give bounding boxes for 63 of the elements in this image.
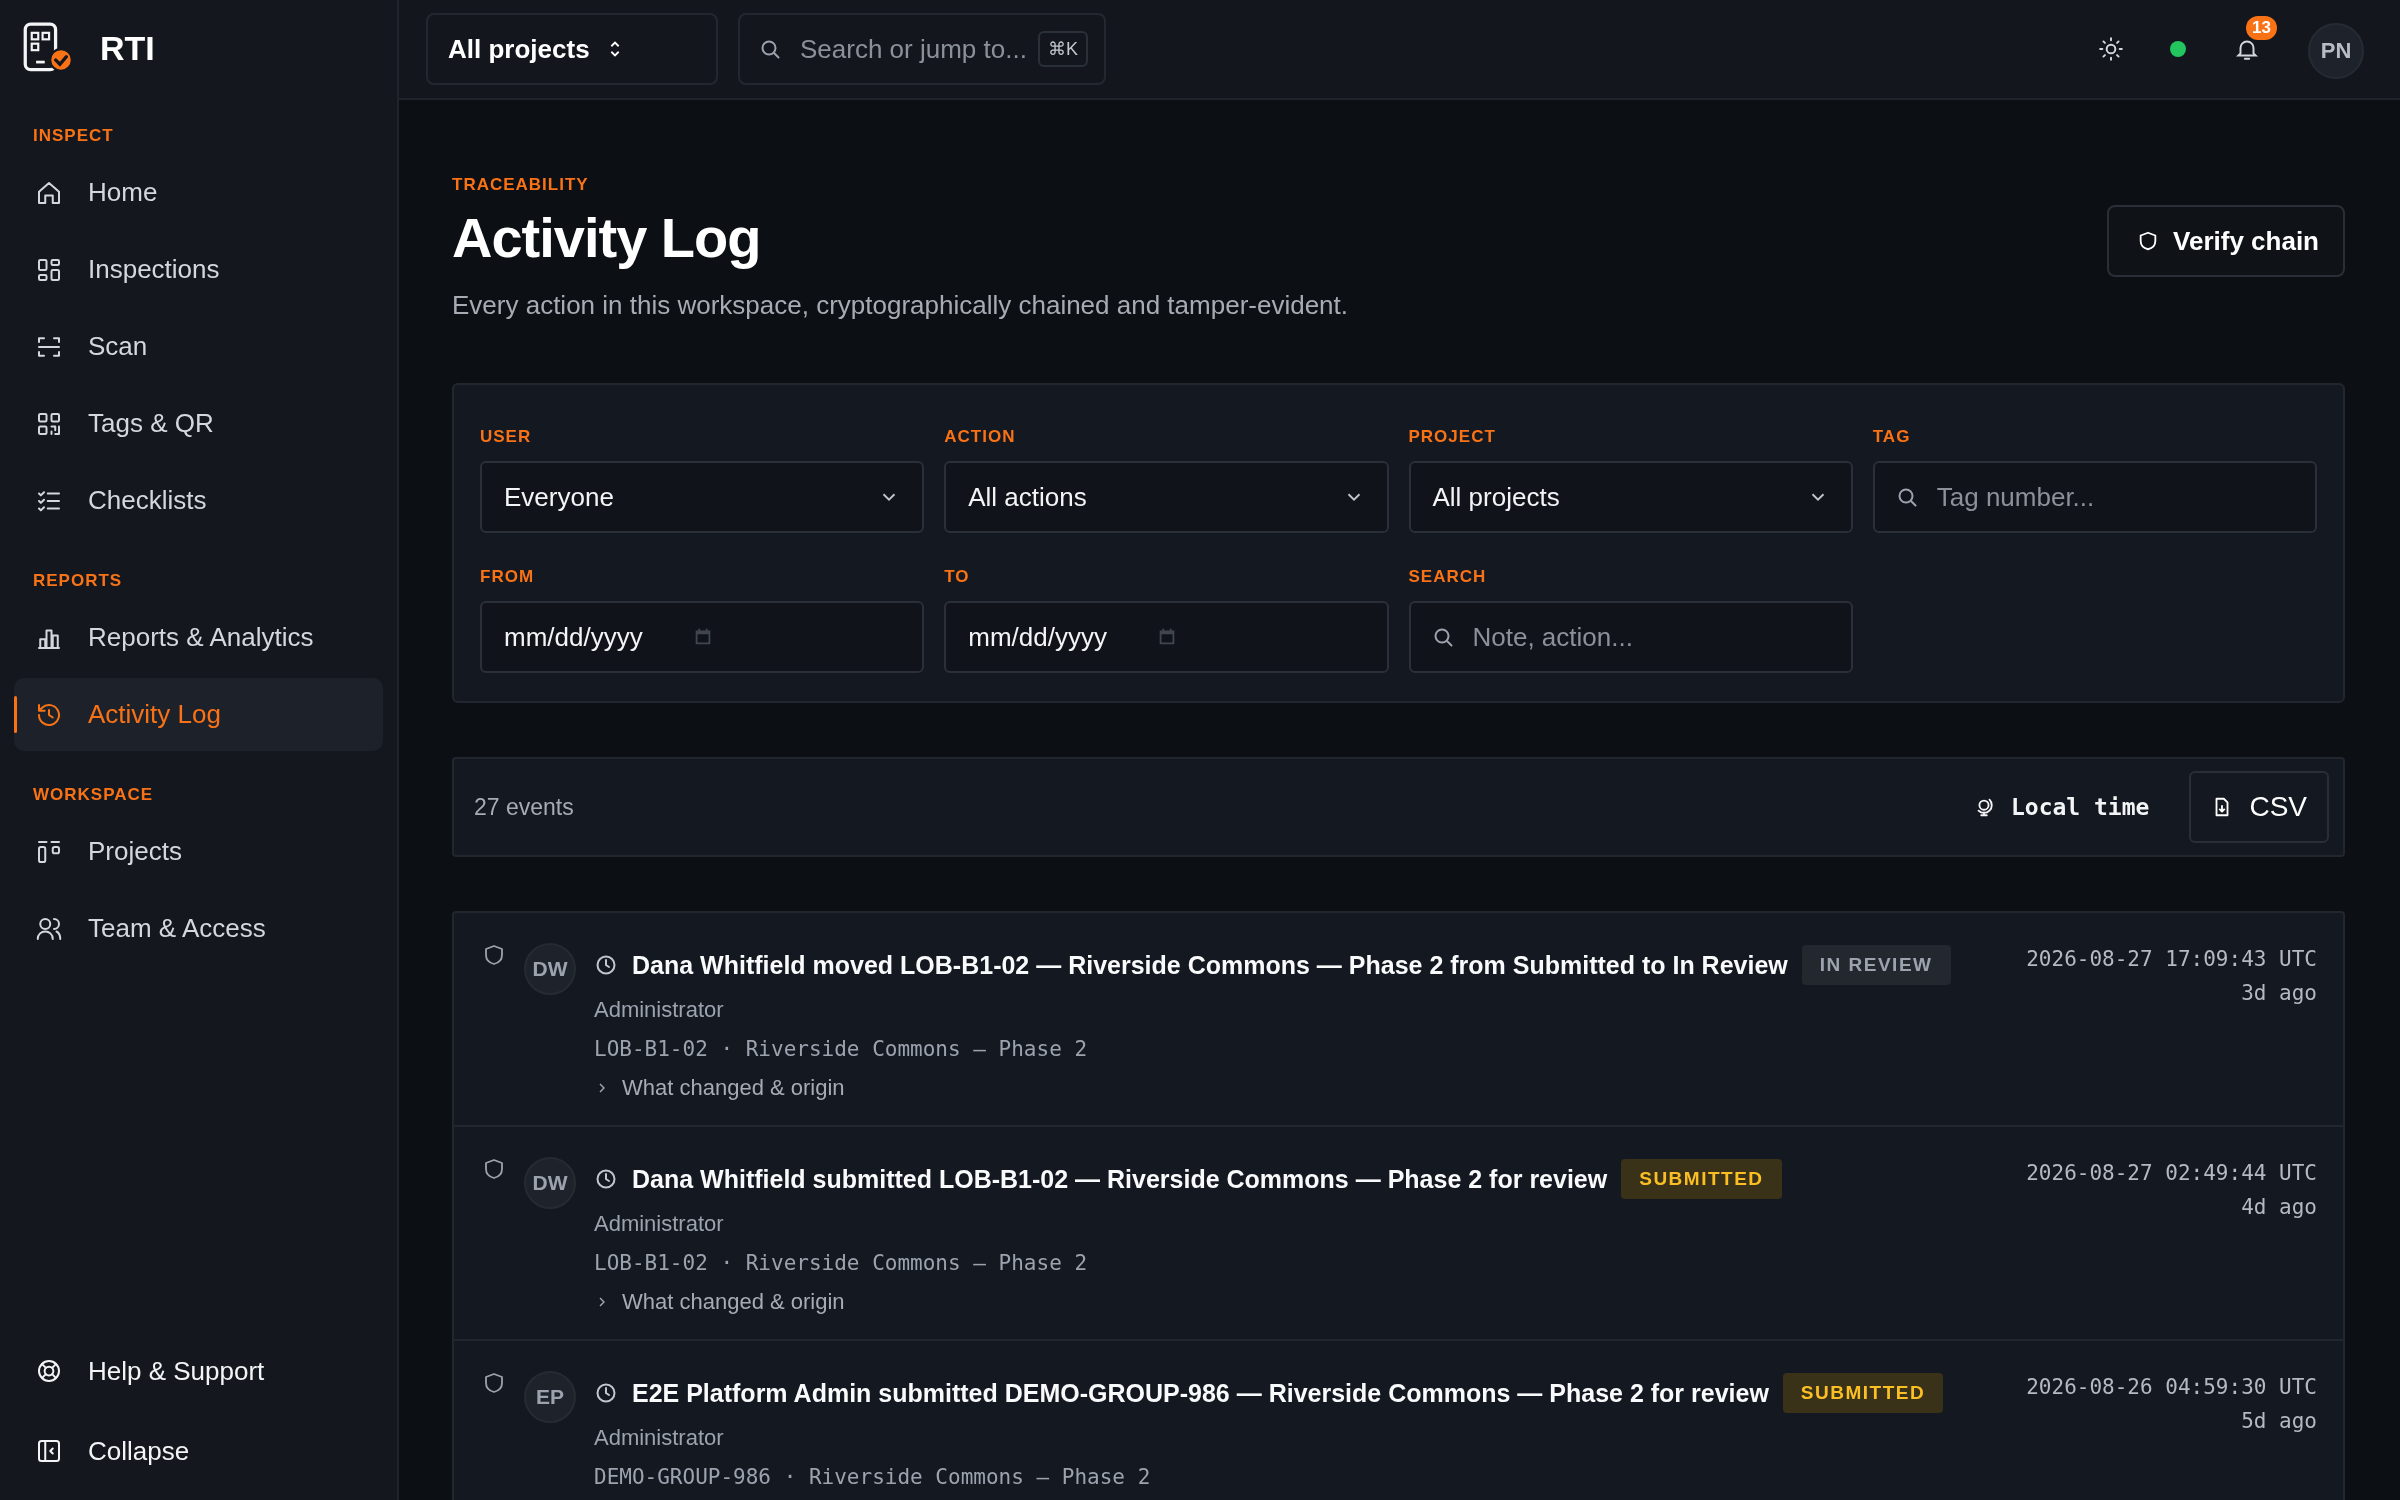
search-field[interactable]: Note, action... (1408, 601, 1853, 673)
dropdown[interactable]: All actions (944, 461, 1389, 533)
nav-item[interactable]: Checklists (14, 464, 383, 537)
user-avatar[interactable]: PN (2308, 23, 2364, 79)
event-timestamp: 2026-08-26 04:59:30 UTC (2026, 1375, 2317, 1399)
relative-time: 4d ago (2241, 1195, 2317, 1219)
search-field[interactable]: Tag number... (1872, 461, 2317, 533)
eyebrow-label: TRACEABILITY (452, 175, 590, 195)
event-reference: DEMO-GROUP-986 · Riverside Commons — Phase 2 (594, 1465, 1152, 1489)
filter-label: SEARCH (1408, 567, 1488, 587)
event-title: E2E Platform Admin submitted DEMO-GROUP-986 — Riverside Commons — Phase 2 for review (632, 1378, 1769, 1408)
nav-item[interactable]: Reports & Analytics (14, 601, 383, 674)
user-avatar: DW (524, 1157, 576, 1209)
details-toggle[interactable]: What changed & origin (594, 1289, 2009, 1315)
notification-count: 13 (2246, 16, 2277, 40)
user-role: Administrator (594, 1211, 725, 1237)
user-avatar: DW (524, 943, 576, 995)
nav-item[interactable]: Inspections (14, 233, 383, 306)
nav-item[interactable]: Collapse (14, 1413, 383, 1489)
event-timestamp: 2026-08-27 17:09:43 UTC (2026, 947, 2317, 971)
event-reference: LOB-B1-02 · Riverside Commons — Phase 2 (594, 1251, 1089, 1275)
event-timestamp: 2026-08-27 02:49:44 UTC (2026, 1161, 2317, 1185)
nav-item[interactable]: Home (14, 156, 383, 229)
section-label: WORKSPACE (32, 784, 155, 806)
filter-label: ACTION (944, 427, 1017, 447)
nav-item[interactable]: Scan (14, 310, 383, 383)
nav-item[interactable]: Team & Access (14, 892, 383, 965)
section-label: INSPECT (32, 125, 115, 147)
nav-item[interactable]: Projects (14, 815, 383, 888)
user-avatar: EP (524, 1371, 576, 1423)
event-reference: LOB-B1-02 · Riverside Commons — Phase 2 (594, 1037, 1089, 1061)
page-subtitle: Every action in this workspace, cryptographically chained and tamper-evident. (452, 290, 1348, 321)
filter-label: USER (480, 427, 533, 447)
time-zone-toggle[interactable]: Local time (1966, 793, 2156, 821)
filter-label: PROJECT (1408, 427, 1497, 447)
date-field[interactable]: mm/dd/yyyy (480, 601, 925, 673)
filter-label: TO (944, 567, 971, 587)
dropdown[interactable]: Everyone (480, 461, 925, 533)
nav-item[interactable]: Activity Log (14, 678, 383, 751)
page-title: Activity Log (452, 205, 762, 270)
status-badge: SUBMITTED (1782, 1373, 1944, 1413)
relative-time: 3d ago (2241, 981, 2317, 1005)
csv-export-button[interactable]: CSV (2189, 771, 2329, 843)
status-badge: SUBMITTED (1621, 1159, 1782, 1199)
event-count: 27 events (474, 793, 574, 821)
user-role: Administrator (594, 997, 725, 1023)
date-field[interactable]: mm/dd/yyyy (944, 601, 1389, 673)
brand-name: RTI (100, 28, 155, 68)
filter-label: FROM (480, 567, 536, 587)
dropdown[interactable]: All projects (1408, 461, 1853, 533)
details-toggle[interactable]: What changed & origin (594, 1075, 2009, 1101)
user-role: Administrator (594, 1425, 725, 1451)
filter-label: TAG (1872, 427, 1912, 447)
nav-item[interactable]: Tags & QR (14, 387, 383, 460)
section-label: REPORTS (32, 570, 124, 592)
shortcut-key: ⌘K (1038, 31, 1088, 67)
relative-time: 5d ago (2241, 1409, 2317, 1433)
status-badge: IN REVIEW (1801, 945, 1951, 985)
verify-chain-button[interactable]: Verify chain (2107, 205, 2345, 277)
nav-item[interactable]: Help & Support (14, 1333, 383, 1409)
project-switcher[interactable]: All projects (426, 13, 718, 85)
event-title: Dana Whitfield moved LOB-B1-02 — Riverside Commons — Phase 2 from Submitted to In Review (632, 950, 1788, 980)
event-title: Dana Whitfield submitted LOB-B1-02 — Riverside Commons — Phase 2 for review (632, 1164, 1608, 1194)
